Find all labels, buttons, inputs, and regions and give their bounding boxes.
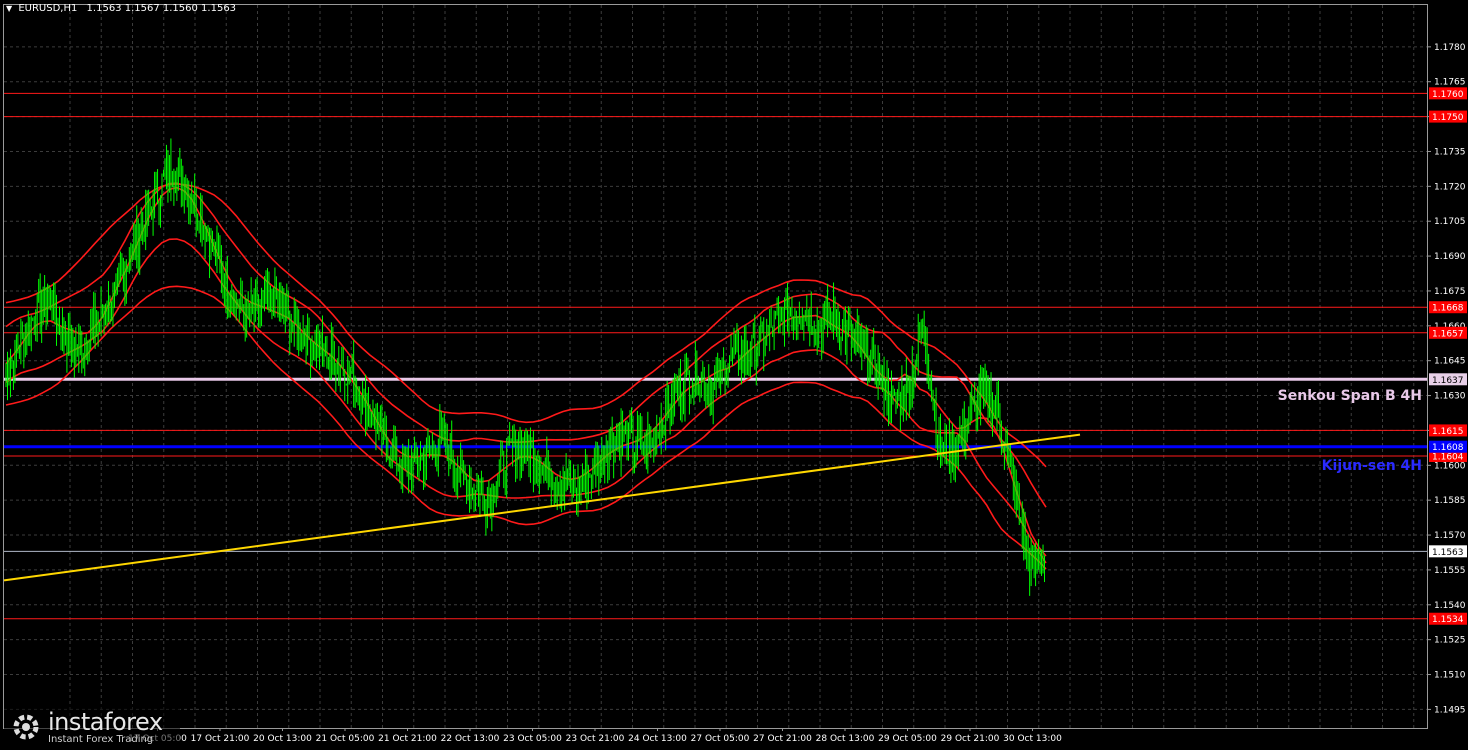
logo-brand: instaforex <box>48 708 163 736</box>
instaforex-logo: instaforex Instant Forex Trading <box>4 704 180 748</box>
x-tick-label: 23 Oct 05:00 <box>503 734 562 744</box>
x-tick-label: 17 Oct 21:00 <box>191 734 250 744</box>
level-label: 1.1615 <box>1432 427 1464 437</box>
level-label: 1.1668 <box>1432 304 1464 314</box>
level-label: 1.1760 <box>1432 90 1464 100</box>
instaforex-logo-icon <box>13 714 39 740</box>
plot-frame <box>3 4 1428 729</box>
y-tick-label: 1.1555 <box>1434 566 1466 576</box>
level-label: 1.1534 <box>1432 615 1464 625</box>
x-tick-label: 28 Oct 13:00 <box>816 734 875 744</box>
x-tick-label: 29 Oct 21:00 <box>941 734 1000 744</box>
x-tick-label: 24 Oct 13:00 <box>628 734 687 744</box>
x-tick-label: 30 Oct 13:00 <box>1003 734 1062 744</box>
y-tick-label: 1.1600 <box>1434 461 1466 471</box>
level-label: 1.1657 <box>1432 329 1464 339</box>
price-chart[interactable]: 1.1780 1.1765 1.1750 1.1735 1.1720 1.1705 1.16… <box>0 0 1468 750</box>
y-tick-label: 1.1720 <box>1434 182 1466 192</box>
y-tick-label: 1.1675 <box>1434 287 1466 297</box>
x-tick-label: 21 Oct 21:00 <box>378 734 437 744</box>
y-tick-label: 1.1780 <box>1434 43 1466 53</box>
level-label: 1.1750 <box>1432 113 1464 123</box>
x-tick-label: 27 Oct 05:00 <box>691 734 750 744</box>
x-tick-label: 20 Oct 13:00 <box>253 734 312 744</box>
y-tick-label: 1.1525 <box>1434 636 1466 646</box>
x-tick-label: 21 Oct 05:00 <box>316 734 375 744</box>
y-tick-label: 1.1765 <box>1434 78 1466 88</box>
y-axis: 1.1780 1.1765 1.1750 1.1735 1.1720 1.1705 1.16… <box>1427 43 1467 715</box>
y-tick-label: 1.1645 <box>1434 357 1466 367</box>
y-tick-label: 1.1705 <box>1434 217 1466 227</box>
kijun-sen-annotation: Kijun-sen 4H <box>1322 458 1422 474</box>
symbol-label: EURUSD,H1 <box>18 3 78 14</box>
x-tick-label: 29 Oct 05:00 <box>878 734 937 744</box>
x-tick-label: 23 Oct 21:00 <box>566 734 625 744</box>
senkou-label: 1.1637 <box>1432 376 1464 386</box>
y-tick-label: 1.1495 <box>1434 705 1466 715</box>
y-tick-label: 1.1690 <box>1434 252 1466 262</box>
ohlc-values: 1.1563 1.1567 1.1560 1.1563 <box>86 3 237 14</box>
y-tick-label: 1.1540 <box>1434 601 1466 611</box>
chart-header: ▼ EURUSD,H1 1.1563 1.1567 1.1560 1.1563 <box>6 3 236 14</box>
y-tick-label: 1.1510 <box>1434 671 1466 681</box>
x-tick-label: 27 Oct 21:00 <box>753 734 812 744</box>
x-tick-label: 22 Oct 13:00 <box>441 734 500 744</box>
y-tick-label: 1.1630 <box>1434 392 1466 402</box>
y-tick-label: 1.1585 <box>1434 496 1466 506</box>
kijun-label: 1.1608 <box>1432 443 1464 453</box>
level-label: 1.1604 <box>1432 453 1464 463</box>
y-tick-label: 1.1735 <box>1434 147 1466 157</box>
current-price-label: 1.1563 <box>1432 548 1464 558</box>
menu-triangle-icon[interactable]: ▼ <box>6 4 12 13</box>
senkou-span-b-annotation: Senkou Span B 4H <box>1278 388 1422 404</box>
logo-tagline: Instant Forex Trading <box>48 734 154 745</box>
x-axis: 17 Oct 05:0017 Oct 21:0020 Oct 13:0021 O… <box>128 728 1062 744</box>
y-tick-label: 1.1570 <box>1434 531 1466 541</box>
